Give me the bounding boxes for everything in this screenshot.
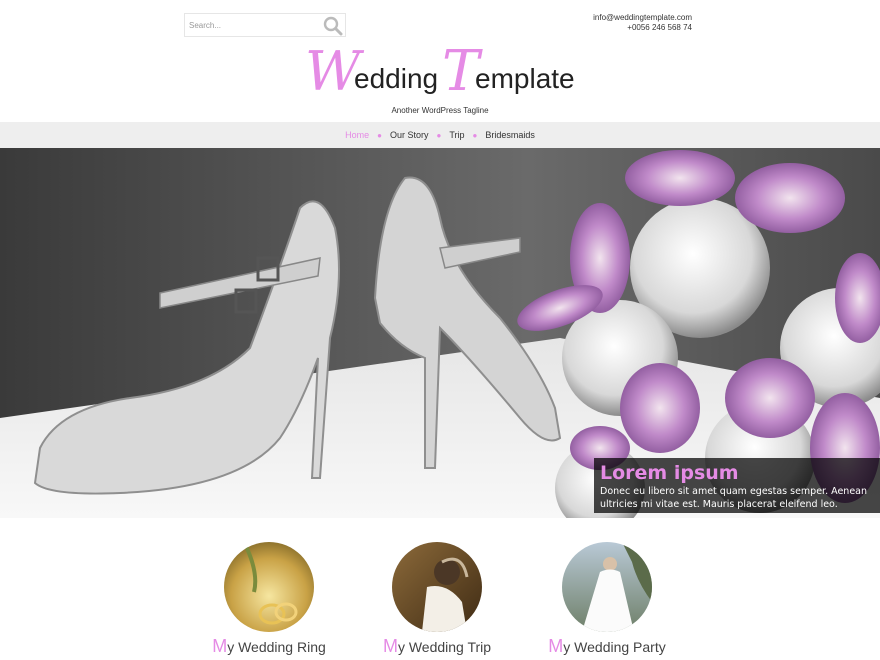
nav-link-our-story[interactable]: Our Story: [390, 130, 429, 140]
nav-item-home[interactable]: Home: [341, 130, 373, 140]
feature-title-trip[interactable]: My Wedding Trip: [347, 636, 527, 657]
feature-wedding-trip[interactable]: My Wedding Trip: [347, 542, 527, 657]
contact-phone: +0056 246 568 74: [627, 23, 692, 32]
contact-info: info@weddingtemplate.com +0056 246 568 7…: [593, 13, 692, 33]
feature-image-party[interactable]: [562, 542, 652, 632]
feature-wedding-ring[interactable]: My Wedding Ring: [179, 542, 359, 657]
nav-item-bridesmaids[interactable]: ● Bridesmaids: [469, 130, 539, 140]
slider-title: Lorem ipsum: [600, 462, 739, 484]
feature-wedding-party[interactable]: My Wedding Party: [517, 542, 697, 657]
nav-link-home[interactable]: Home: [345, 130, 369, 140]
search-icon[interactable]: [323, 16, 343, 36]
bullet-icon: ●: [377, 130, 382, 140]
feature-image-trip[interactable]: [392, 542, 482, 632]
nav-link-bridesmaids[interactable]: Bridesmaids: [485, 130, 535, 140]
feature-image-ring[interactable]: [224, 542, 314, 632]
bullet-icon: ●: [472, 130, 478, 140]
feature-title-ring[interactable]: My Wedding Ring: [179, 636, 359, 657]
search-box: [184, 13, 346, 37]
feature-title-party[interactable]: My Wedding Party: [517, 636, 697, 657]
slider-text: Donec eu libero sit amet quam egestas se…: [600, 486, 868, 510]
nav-link-trip[interactable]: Trip: [449, 130, 464, 140]
site-tagline: Another WordPress Tagline: [391, 106, 489, 115]
bullet-icon: ●: [436, 130, 442, 140]
nav-item-our-story[interactable]: ● Our Story: [373, 130, 432, 140]
site-logo[interactable]: W edding T emplate: [0, 40, 880, 102]
slider-caption: Lorem ipsum Donec eu libero sit amet qua…: [594, 458, 880, 513]
logo-part1: edding: [354, 63, 438, 94]
logo-part2: emplate: [475, 63, 575, 94]
contact-email[interactable]: info@weddingtemplate.com: [593, 13, 692, 23]
nav-item-trip[interactable]: ● Trip: [432, 130, 468, 140]
main-nav: Home ● Our Story ● Trip ● Bridesmaids: [0, 122, 880, 148]
search-input[interactable]: [185, 14, 327, 36]
